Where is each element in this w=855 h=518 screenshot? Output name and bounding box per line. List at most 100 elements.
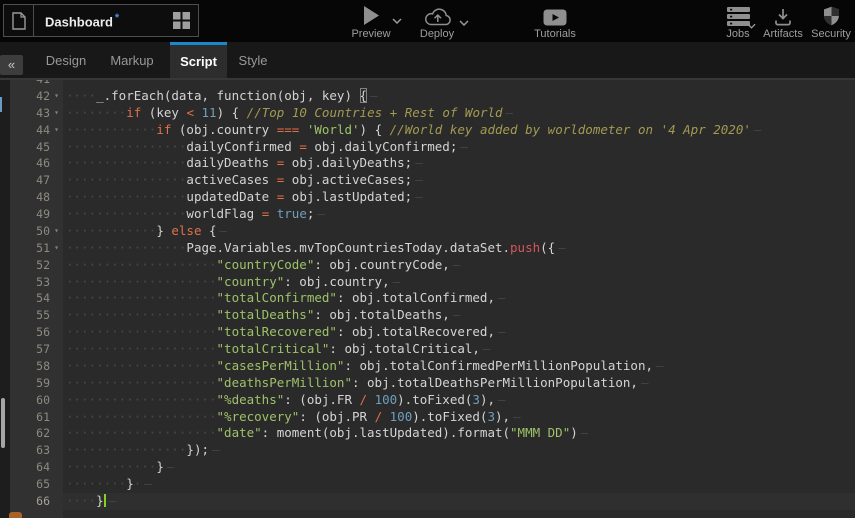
- unsaved-indicator: *: [115, 12, 119, 24]
- preview-button[interactable]: Preview: [349, 4, 393, 40]
- code-text[interactable]: ····················"totalCritical": obj…: [63, 341, 855, 358]
- code-text[interactable]: ····················"deathsPerMillion": …: [63, 375, 855, 392]
- cloud-upload-icon: [423, 4, 452, 26]
- pages-grid-button[interactable]: [168, 12, 194, 29]
- collapse-panel-button[interactable]: «: [0, 55, 23, 75]
- line-number: 53: [10, 274, 50, 291]
- grid-icon: [173, 12, 190, 29]
- code-line[interactable]: 65········}·: [10, 476, 855, 493]
- code-text[interactable]: [63, 510, 855, 518]
- line-number: 61: [10, 409, 50, 426]
- artifacts-button[interactable]: Artifacts: [759, 4, 807, 40]
- line-number: 55: [10, 307, 50, 324]
- code-line[interactable]: 53 ····················"country": obj.cou…: [10, 274, 855, 291]
- deploy-dropdown-chevron-icon[interactable]: [459, 20, 469, 26]
- tab-design[interactable]: Design: [36, 42, 96, 78]
- jobs-button[interactable]: Jobs: [722, 4, 754, 40]
- code-line[interactable]: 57····················"totalCritical": o…: [10, 341, 855, 358]
- code-text[interactable]: ········if (key < 11) { //Top 10 Countri…: [63, 105, 855, 122]
- code-text[interactable]: ················activeCases = obj.active…: [63, 172, 855, 189]
- download-tray-icon: [774, 4, 792, 26]
- line-number: 45: [10, 139, 50, 156]
- tab-markup[interactable]: Markup: [100, 42, 164, 78]
- code-text[interactable]: ····················"%deaths": (obj.FR /…: [63, 392, 855, 409]
- code-line[interactable]: 48················updatedDate = obj.last…: [10, 189, 855, 206]
- line-number: 56: [10, 324, 50, 341]
- code-line[interactable]: 58····················"casesPerMillion":…: [10, 358, 855, 375]
- security-button[interactable]: Security: [809, 4, 853, 40]
- code-line[interactable]: [10, 510, 855, 518]
- code-text[interactable]: ····················"totalConfirmed": ob…: [63, 290, 855, 307]
- code-line[interactable]: 54 ····················"totalConfirmed": …: [10, 290, 855, 307]
- script-editor[interactable]: 4142▾····_.forEach(data, function(obj, k…: [0, 78, 855, 518]
- gutter-cell: 50▾: [10, 223, 63, 240]
- code-line[interactable]: 43▾········if (key < 11) { //Top 10 Coun…: [10, 105, 855, 122]
- line-number: 51: [10, 240, 50, 257]
- code-area[interactable]: 4142▾····_.forEach(data, function(obj, k…: [10, 78, 855, 518]
- gutter-cell: 60: [10, 392, 63, 409]
- code-text[interactable]: ····················"totalDeaths": obj.t…: [63, 307, 855, 324]
- line-number: 46: [10, 155, 50, 172]
- code-line[interactable]: 59····················"deathsPerMillion"…: [10, 375, 855, 392]
- fold-arrow-icon[interactable]: ▾: [50, 105, 63, 122]
- code-text[interactable]: ············} else {: [63, 223, 855, 240]
- code-line[interactable]: 47················activeCases = obj.acti…: [10, 172, 855, 189]
- code-line[interactable]: 60····················"%deaths": (obj.FR…: [10, 392, 855, 409]
- deploy-label: Deploy: [420, 28, 454, 40]
- line-number: 66: [10, 493, 50, 510]
- tutorials-button[interactable]: Tutorials: [530, 4, 580, 40]
- code-text[interactable]: ····}: [63, 493, 855, 510]
- gutter-cell: 52: [10, 257, 63, 274]
- code-line[interactable]: 49················worldFlag = true;: [10, 206, 855, 223]
- preview-dropdown-chevron-icon[interactable]: [392, 18, 402, 24]
- page-selector[interactable]: Dashboard*: [3, 4, 199, 37]
- code-line[interactable]: 44▾············if (obj.country === 'Worl…: [10, 122, 855, 139]
- code-line[interactable]: 45 ················dailyConfirmed = obj.d…: [10, 139, 855, 156]
- line-number: 63: [10, 442, 50, 459]
- code-text[interactable]: ············}: [63, 459, 855, 476]
- code-text[interactable]: ····················"totalRecovered": ob…: [63, 324, 855, 341]
- jobs-dropdown-chevron-icon[interactable]: [747, 23, 756, 29]
- code-line[interactable]: 55 ····················"totalDeaths": obj…: [10, 307, 855, 324]
- code-text[interactable]: ················});: [63, 442, 855, 459]
- code-line[interactable]: 62····················"date": moment(obj…: [10, 425, 855, 442]
- code-line[interactable]: 51▾················Page.Variables.mvTopC…: [10, 240, 855, 257]
- gutter-cell: 63: [10, 442, 63, 459]
- code-text[interactable]: ············if (obj.country === 'World')…: [63, 122, 855, 139]
- fold-arrow-icon[interactable]: ▾: [50, 88, 63, 105]
- deploy-button[interactable]: Deploy: [414, 4, 460, 40]
- code-text[interactable]: ····················"countryCode": obj.c…: [63, 257, 855, 274]
- code-text[interactable]: ················dailyDeaths = obj.dailyD…: [63, 155, 855, 172]
- code-text[interactable]: ····················"country": obj.count…: [63, 274, 855, 291]
- code-line[interactable]: 42▾····_.forEach(data, function(obj, key…: [10, 88, 855, 105]
- code-line[interactable]: 52····················"countryCode": obj…: [10, 257, 855, 274]
- gutter-cell: 48: [10, 189, 63, 206]
- tab-style[interactable]: Style: [230, 42, 276, 78]
- fold-arrow-icon[interactable]: ▾: [50, 240, 63, 257]
- line-number: 54: [10, 290, 50, 307]
- code-line[interactable]: 41: [10, 78, 855, 88]
- rail-scrollbar-thumb[interactable]: [1, 398, 5, 448]
- page-doc-button[interactable]: [4, 5, 34, 36]
- code-text[interactable]: [63, 78, 855, 88]
- fold-arrow-icon[interactable]: ▾: [50, 223, 63, 240]
- code-text[interactable]: ····················"%recovery": (obj.PR…: [63, 409, 855, 426]
- code-text[interactable]: ················Page.Variables.mvTopCoun…: [63, 240, 855, 257]
- fold-arrow-icon[interactable]: ▾: [50, 122, 63, 139]
- code-text[interactable]: ····················"casesPerMillion": o…: [63, 358, 855, 375]
- code-text[interactable]: ········}·: [63, 476, 855, 493]
- gutter-cell: 44▾: [10, 122, 63, 139]
- tab-script[interactable]: Script: [170, 42, 227, 78]
- code-line[interactable]: 63 ················});: [10, 442, 855, 459]
- code-text[interactable]: ················worldFlag = true;: [63, 206, 855, 223]
- code-line[interactable]: 66 ····}: [10, 493, 855, 510]
- code-text[interactable]: ····_.forEach(data, function(obj, key) {: [63, 88, 855, 105]
- code-text[interactable]: ················updatedDate = obj.lastUp…: [63, 189, 855, 206]
- code-line[interactable]: 46 ················dailyDeaths = obj.dail…: [10, 155, 855, 172]
- code-text[interactable]: ················dailyConfirmed = obj.dai…: [63, 139, 855, 156]
- code-text[interactable]: ····················"date": moment(obj.l…: [63, 425, 855, 442]
- code-line[interactable]: 56 ····················"totalRecovered": …: [10, 324, 855, 341]
- code-line[interactable]: 64············}: [10, 459, 855, 476]
- code-line[interactable]: 61 ····················"%recovery": (obj.…: [10, 409, 855, 426]
- code-line[interactable]: 50▾············} else {: [10, 223, 855, 240]
